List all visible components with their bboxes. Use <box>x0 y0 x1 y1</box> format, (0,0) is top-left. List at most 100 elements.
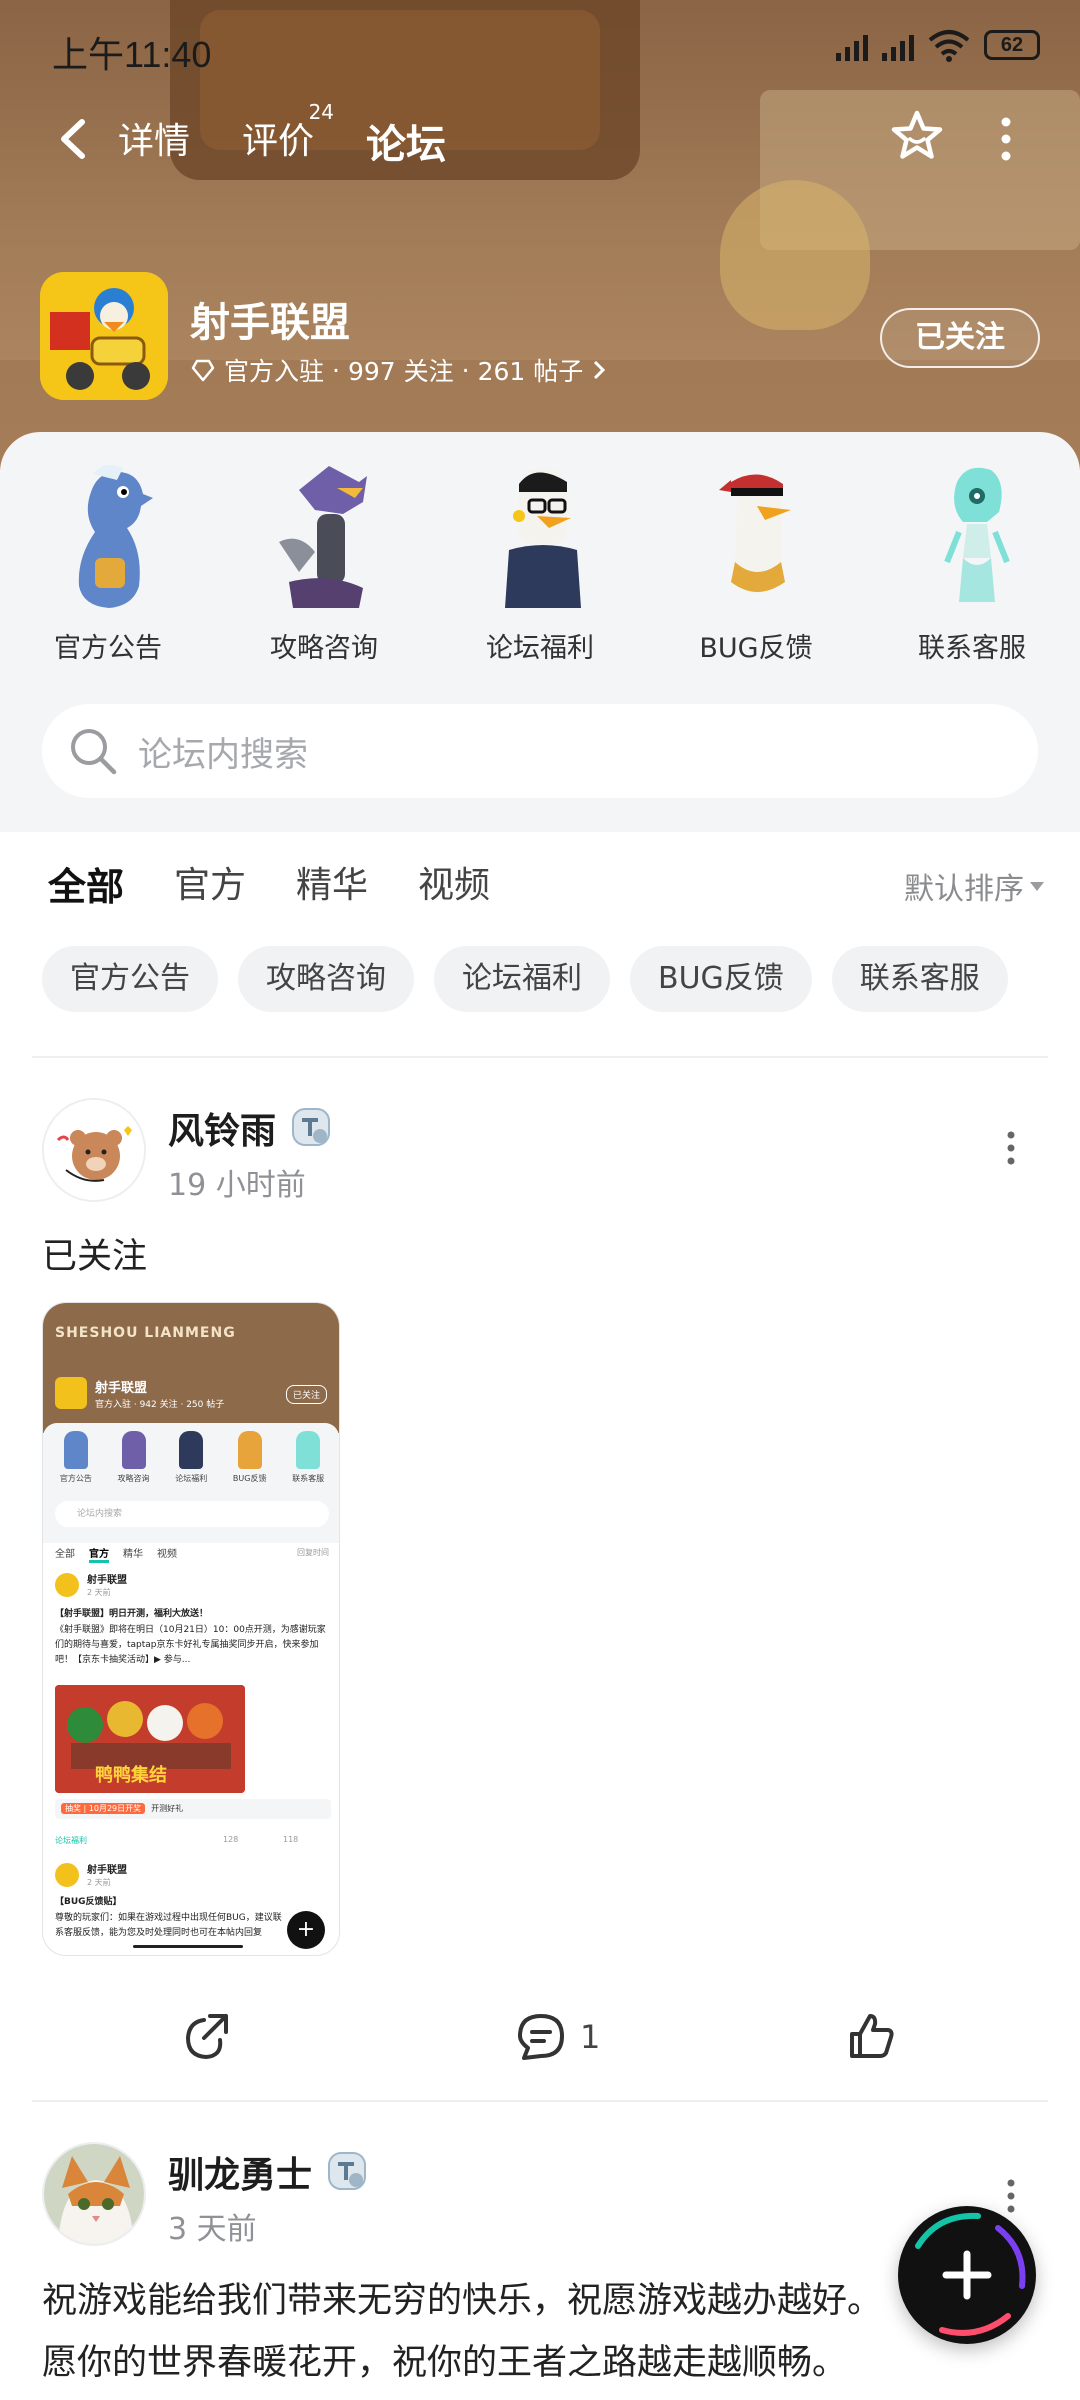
post-image[interactable]: SHESHOU LIANMENG 射手联盟 官方入驻 · 942 关注 · 25… <box>42 1302 340 1956</box>
category-chips: 官方公告 攻略咨询 论坛福利 BUG反馈 联系客服 <box>42 946 1008 1012</box>
category-avatar-service <box>944 467 1010 602</box>
share-icon <box>185 2014 228 2060</box>
avatar[interactable] <box>42 1098 146 1202</box>
chip-welfare[interactable]: 论坛福利 <box>434 946 610 1012</box>
thumb-image-title: 鸭鸭集结 <box>95 1765 167 1786</box>
like-icon <box>850 2014 894 2058</box>
signal-icon <box>836 29 868 61</box>
category-avatar-bug <box>719 474 791 594</box>
comment-button[interactable]: 1 <box>514 2002 600 2072</box>
new-post-button[interactable] <box>898 2206 1036 2344</box>
chevron-right-icon <box>594 360 606 380</box>
follow-button[interactable]: 已关注 <box>880 308 1040 368</box>
tab-reviews[interactable]: 评价 24 <box>242 100 334 176</box>
post-text: 已关注 <box>42 1237 148 1277</box>
thumb-home-bar <box>133 1945 243 1948</box>
status-icons: 62 <box>836 28 1040 62</box>
post-actions: 1 <box>0 2002 1080 2072</box>
thumb-cat: 论坛福利 <box>175 1431 207 1484</box>
filter-tab-video[interactable]: 视频 <box>418 856 490 911</box>
sort-dropdown[interactable]: 默认排序 <box>904 864 1044 908</box>
category-bug-report[interactable]: BUG反馈 <box>648 462 864 665</box>
thumb-follow: 已关注 <box>285 1385 327 1404</box>
followers-count: 997 关注 <box>347 357 454 386</box>
thumb-app-logo <box>55 1377 87 1409</box>
chip-official-announcements[interactable]: 官方公告 <box>42 946 218 1012</box>
chip-customer-service[interactable]: 联系客服 <box>831 946 1008 1012</box>
thumb-event: 抽奖 | 10月29日开奖 开测好礼 <box>55 1799 331 1819</box>
level-badge-icon <box>292 1108 330 1146</box>
meta-separator: · <box>461 355 470 385</box>
user-name[interactable]: 风铃雨 <box>168 1102 276 1154</box>
avatar-cat-art <box>44 2144 144 2244</box>
chip-bug-report[interactable]: BUG反馈 <box>630 946 812 1012</box>
search-input[interactable]: 论坛内搜索 <box>138 727 308 776</box>
category-welfare[interactable]: 论坛福利 <box>432 462 648 665</box>
share-button[interactable] <box>180 2002 234 2072</box>
level-badge-icon <box>328 2152 366 2190</box>
thumb-post-image: 鸭鸭集结 <box>55 1685 245 1793</box>
official-label: 官方入驻 <box>224 357 325 386</box>
star-icon[interactable] <box>888 108 946 166</box>
sort-label: 默认排序 <box>904 872 1024 907</box>
tab-forum[interactable]: 论坛 <box>366 112 447 176</box>
user-name[interactable]: 驯龙勇士 <box>168 2146 312 2198</box>
like-button[interactable] <box>844 2002 898 2072</box>
thumb-date: 2 天前 <box>87 1588 111 1597</box>
filter-tabs: 全部 官方 精华 视频 <box>48 856 490 911</box>
thumb-sort: 回复时间 <box>297 1548 329 1557</box>
filter-tab-featured[interactable]: 精华 <box>296 856 368 911</box>
thumb-date: 2 天前 <box>87 1878 111 1887</box>
thumb-app-name: 射手联盟 <box>95 1381 148 1396</box>
battery-icon: 62 <box>984 30 1040 60</box>
app-info: 射手联盟 官方入驻 · 997 关注 · 261 帖子 已关注 <box>40 272 1040 402</box>
app-meta[interactable]: 官方入驻 · 997 关注 · 261 帖子 <box>190 352 607 388</box>
thumb-plus-icon: + <box>287 1911 325 1949</box>
chip-strategy[interactable]: 攻略咨询 <box>238 946 414 1012</box>
plus-icon <box>942 2250 992 2300</box>
category-label: 联系客服 <box>918 633 1026 664</box>
thumb-tabs: 全部 官方 精华 视频 <box>55 1545 177 1563</box>
meta-separator: · <box>332 355 340 385</box>
caret-down-icon <box>1030 881 1044 891</box>
thumb-avatar <box>55 1573 79 1597</box>
avatar[interactable] <box>42 2142 146 2246</box>
wifi-icon <box>928 30 970 62</box>
category-strategy[interactable]: 攻略咨询 <box>216 462 432 665</box>
avatar-bear-art <box>44 1100 144 1200</box>
category-customer-service[interactable]: 联系客服 <box>864 462 1080 665</box>
app-logo[interactable] <box>40 272 168 400</box>
comment-count: 1 <box>580 2018 601 2056</box>
category-official-announcements[interactable]: 官方公告 <box>0 462 216 665</box>
category-avatar-strategy <box>279 466 367 608</box>
post-text-line: 愿你的世界春暖花开，祝你的王者之路越走越顺畅。 <box>42 2343 848 2383</box>
thumb-header <box>43 1303 339 1433</box>
forum-search[interactable]: 论坛内搜索 <box>42 704 1038 798</box>
thumb-post-title: 【BUG反馈贴】 <box>55 1897 122 1907</box>
category-label: 官方公告 <box>54 633 162 664</box>
category-panel: 官方公告 攻略咨询 论坛福利 BUG反馈 联系客服 论坛内搜索 <box>0 432 1080 832</box>
thumb-post-body: 尊敬的玩家们：如果在游戏过程中出现任何BUG，建议联系客服反馈，能为您及时处理同… <box>55 1913 282 1938</box>
more-icon[interactable] <box>996 114 1016 164</box>
thumb-cat: 攻略咨询 <box>118 1431 150 1484</box>
divider <box>32 2100 1048 2102</box>
thumb-likes: 118 <box>283 1835 299 1844</box>
status-time: 上午11:40 <box>52 34 212 75</box>
top-nav: 详情 评价 24 论坛 <box>0 100 1080 180</box>
posts-count: 261 帖子 <box>477 357 584 386</box>
nav-tabs: 详情 评价 24 论坛 <box>118 100 447 176</box>
back-icon[interactable] <box>50 114 100 164</box>
category-avatar-announcements <box>78 465 153 608</box>
divider <box>32 1056 1048 1058</box>
forum-header: 上午11:40 62 详情 评价 24 论坛 射手联盟 官方入驻 · 997 关… <box>0 0 1080 470</box>
app-name: 射手联盟 <box>190 300 350 346</box>
thumb-avatar <box>55 1863 79 1887</box>
tab-details[interactable]: 详情 <box>118 112 190 176</box>
more-icon[interactable] <box>1006 1130 1016 1166</box>
thumb-post-title: 【射手联盟】明日开测，福利大放送！ <box>55 1609 209 1619</box>
filter-tab-official[interactable]: 官方 <box>174 856 246 911</box>
filter-tab-all[interactable]: 全部 <box>48 856 124 911</box>
heart-shield-icon <box>191 359 215 382</box>
category-avatar-welfare <box>505 468 581 608</box>
thumb-app-meta: 官方入驻 · 942 关注 · 250 帖子 <box>95 1400 225 1410</box>
